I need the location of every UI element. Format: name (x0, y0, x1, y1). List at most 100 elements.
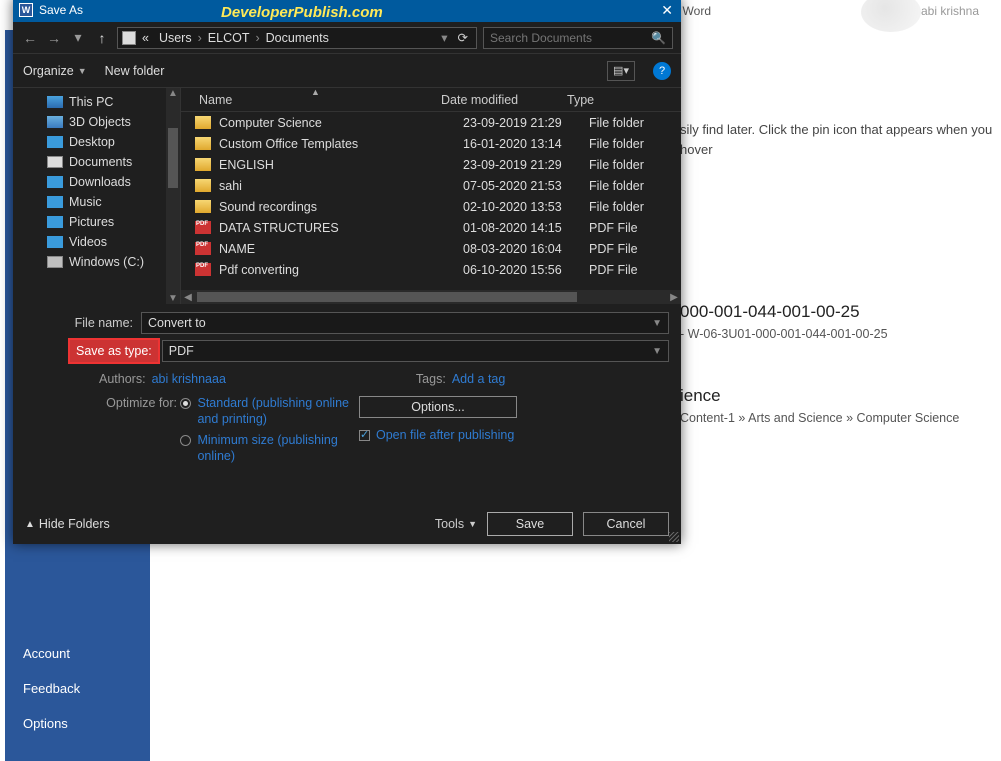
radio-standard[interactable]: Standard (publishing online and printing… (180, 396, 350, 427)
location-crumb: Content-1 » Arts and Science » Computer … (680, 409, 997, 428)
file-row[interactable]: Custom Office Templates16-01-2020 13:14F… (181, 133, 681, 154)
chevron-down-icon[interactable]: ▼ (652, 318, 662, 329)
tree-node[interactable]: Desktop (13, 132, 180, 152)
col-date[interactable]: Date modified (441, 93, 559, 107)
file-row[interactable]: sahi07-05-2020 21:53File folder (181, 175, 681, 196)
address-bar[interactable]: « Users › ELCOT › Documents ▾ ⟳ (117, 27, 477, 49)
refresh-button[interactable]: ⟳ (454, 30, 472, 45)
nav-tree[interactable]: This PC3D Objects Desktop Documents Downloa… (13, 88, 181, 304)
folder-icon (195, 179, 211, 192)
file-row[interactable]: ENGLISH23-09-2019 21:29File folder (181, 154, 681, 175)
crumb-elcot[interactable]: ELCOT (204, 31, 254, 45)
view-button[interactable]: ▤ ▾ (607, 61, 635, 81)
search-icon[interactable]: 🔍 (651, 31, 666, 45)
col-type[interactable]: Type (559, 93, 681, 107)
node-icon (47, 256, 63, 268)
backstage-content: sily find later. Click the pin icon that… (680, 120, 997, 428)
address-dropdown[interactable]: ▾ (437, 30, 451, 45)
radio-icon (180, 435, 191, 446)
file-type: File folder (581, 179, 681, 193)
dialog-titlebar[interactable]: W Save As ✕ (13, 0, 681, 22)
options-button[interactable]: Options... (359, 396, 517, 418)
file-name-label: File name: (25, 316, 141, 330)
tree-node[interactable]: Videos (13, 232, 180, 252)
h-scrollbar[interactable]: ◀ ▶ (181, 290, 681, 304)
node-icon (47, 96, 63, 108)
location-title: ience (680, 383, 997, 409)
crumb-pre[interactable]: « (138, 31, 153, 45)
file-row[interactable]: Pdf converting06-10-2020 15:56PDF File (181, 259, 681, 280)
folder-icon (195, 200, 211, 213)
new-folder-button[interactable]: New folder (105, 64, 165, 78)
open-after-checkbox[interactable]: Open file after publishing (359, 428, 669, 442)
scroll-right[interactable]: ▶ (667, 290, 681, 304)
file-type: File folder (581, 158, 681, 172)
tree-node[interactable]: Music (13, 192, 180, 212)
nav-row: ← → ▾ ↑ « Users › ELCOT › Documents ▾ ⟳ … (13, 22, 681, 54)
tree-node[interactable]: Windows (C:) (13, 252, 180, 272)
file-row[interactable]: Sound recordings02-10-2020 13:53File fol… (181, 196, 681, 217)
scroll-up[interactable]: ▲ (166, 88, 180, 99)
save-type-field[interactable]: PDF ▼ (162, 340, 669, 362)
file-name: Custom Office Templates (219, 137, 463, 151)
node-icon (47, 236, 63, 248)
file-name: Computer Science (219, 116, 463, 130)
tree-node[interactable]: Documents (13, 152, 180, 172)
tree-scrollbar[interactable]: ▲ ▼ (166, 88, 180, 304)
help-button[interactable]: ? (653, 62, 671, 80)
crumb-sep: › (198, 31, 202, 45)
up-button[interactable]: ↑ (93, 30, 111, 46)
scroll-thumb[interactable] (197, 292, 577, 302)
save-button[interactable]: Save (487, 512, 573, 536)
tools-menu[interactable]: Tools ▼ (435, 517, 477, 531)
file-name: ENGLISH (219, 158, 463, 172)
scroll-left[interactable]: ◀ (181, 290, 195, 304)
explorer-body: This PC3D Objects Desktop Documents Downloa… (13, 88, 681, 304)
save-as-dialog: DeveloperPublish.com W Save As ✕ ← → ▾ ↑… (13, 0, 681, 544)
file-name-field[interactable]: Convert to ▼ (141, 312, 669, 334)
forward-button[interactable]: → (45, 30, 63, 46)
file-date: 02-10-2020 13:53 (463, 200, 581, 214)
doc-code: 000-001-044-001-00-25 (680, 299, 997, 325)
sidebar-item-options[interactable]: Options (5, 706, 150, 741)
crumb-users[interactable]: Users (155, 31, 196, 45)
file-type: PDF File (581, 242, 681, 256)
organize-menu[interactable]: Organize▼ (23, 64, 87, 78)
crumb-documents[interactable]: Documents (262, 31, 333, 45)
scroll-down[interactable]: ▼ (166, 293, 180, 304)
file-row[interactable]: Computer Science23-09-2019 21:29File fol… (181, 112, 681, 133)
node-label: Downloads (69, 175, 131, 189)
resize-grip[interactable] (669, 532, 679, 542)
search-input[interactable] (490, 31, 651, 45)
crumb-sep: › (255, 31, 259, 45)
node-label: Pictures (69, 215, 114, 229)
file-row[interactable]: DATA STRUCTURES01-08-2020 14:15PDF File (181, 217, 681, 238)
close-button[interactable]: ✕ (661, 2, 673, 19)
recent-button[interactable]: ▾ (69, 29, 87, 46)
tree-node[interactable]: This PC (13, 92, 180, 112)
tags-value[interactable]: Add a tag (452, 372, 506, 386)
bottom-bar: ▲Hide Folders Tools ▼ Save Cancel (13, 504, 681, 544)
node-label: Videos (69, 235, 107, 249)
search-box[interactable]: 🔍 (483, 27, 673, 49)
hide-folders-button[interactable]: ▲Hide Folders (25, 517, 110, 531)
authors-value[interactable]: abi krishnaaa (152, 372, 226, 386)
authors-label: Authors: (99, 372, 146, 386)
folder-icon (195, 116, 211, 129)
node-label: Desktop (69, 135, 115, 149)
column-headers[interactable]: ▲ Name Date modified Type (181, 88, 681, 112)
tree-node[interactable]: 3D Objects (13, 112, 180, 132)
cancel-button[interactable]: Cancel (583, 512, 669, 536)
sidebar-item-account[interactable]: Account (5, 636, 150, 671)
scroll-thumb[interactable] (168, 128, 178, 188)
pdf-icon (195, 221, 211, 234)
sidebar-item-feedback[interactable]: Feedback (5, 671, 150, 706)
file-row[interactable]: NAME08-03-2020 16:04PDF File (181, 238, 681, 259)
tree-node[interactable]: Downloads (13, 172, 180, 192)
chevron-down-icon[interactable]: ▼ (652, 346, 662, 357)
back-button[interactable]: ← (21, 30, 39, 46)
radio-minimum[interactable]: Minimum size (publishing online) (180, 433, 350, 464)
node-label: Documents (69, 155, 132, 169)
tree-node[interactable]: Pictures (13, 212, 180, 232)
folder-icon (195, 158, 211, 171)
